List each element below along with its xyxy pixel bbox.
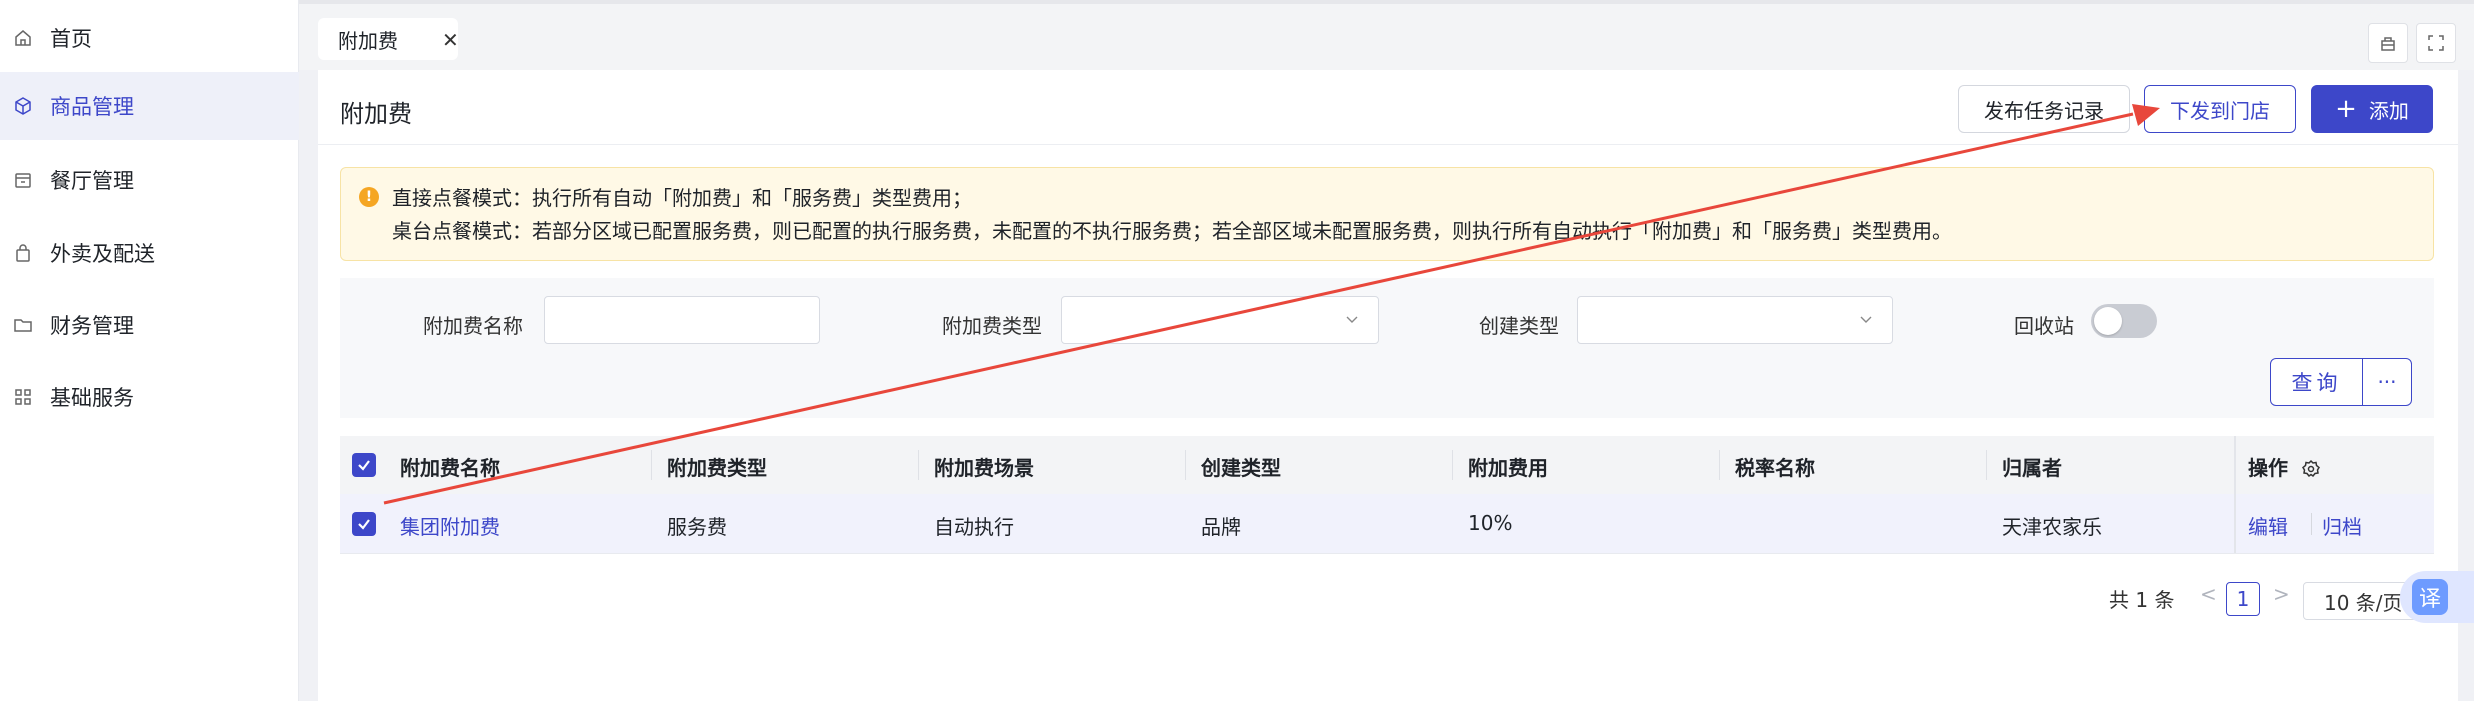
archive-link[interactable]: 归档 (2322, 511, 2362, 540)
column-header-actions: 操作 (2248, 452, 2321, 481)
sidebar-item-home[interactable]: 首页 (0, 4, 299, 72)
column-header-owner: 归属者 (2002, 456, 2062, 480)
toggle-knob (2094, 307, 2122, 335)
pagination-total: 共 1 条 (2109, 588, 2175, 612)
row-owner: 天津农家乐 (2002, 515, 2102, 539)
notice-line-1: 直接点餐模式：执行所有自动「附加费」和「服务费」类型费用； (392, 186, 972, 210)
create-type-select[interactable] (1577, 296, 1893, 344)
sidebar-item-products[interactable]: 商品管理 (0, 72, 299, 140)
column-separator (1452, 450, 1453, 480)
table-row: 集团附加费 服务费 自动执行 品牌 10% 天津农家乐 编辑 归档 (340, 494, 2434, 554)
tab-bar: 附加费 ✕ (299, 0, 2474, 70)
chevron-down-icon (1346, 316, 1358, 323)
notice-line-2: 桌台点餐模式：若部分区域已配置服务费，则已配置的执行服务费，未配置的不执行服务费… (392, 219, 1952, 243)
more-button[interactable]: ··· (2363, 359, 2411, 405)
notice-banner: ! 直接点餐模式：执行所有自动「附加费」和「服务费」类型费用； 桌台点餐模式：若… (340, 167, 2434, 261)
column-header-fee: 附加费用 (1468, 456, 1548, 480)
sidebar-item-restaurant[interactable]: 餐厅管理 (0, 146, 299, 214)
publish-record-button[interactable]: 发布任务记录 (1958, 85, 2130, 133)
column-separator (918, 450, 919, 480)
column-separator (1185, 450, 1186, 480)
home-icon (13, 28, 33, 48)
surcharge-name-label: 附加费名称 (423, 314, 523, 338)
operation-column-header: 操作 (2234, 436, 2434, 494)
translate-float-button[interactable]: 译 (2400, 571, 2474, 623)
query-button-group: 查询 ··· (2270, 358, 2412, 406)
tab-label: 附加费 (338, 28, 398, 53)
recycle-bin-label: 回收站 (2014, 314, 2074, 338)
sidebar: 首页 商品管理 餐厅管理 外卖及配送 财务管理 基础服务 (0, 0, 299, 701)
fullscreen-icon[interactable] (2416, 23, 2456, 63)
sidebar-item-delivery[interactable]: 外卖及配送 (0, 219, 299, 287)
column-header-actions-label: 操作 (2248, 456, 2288, 480)
dispatch-to-store-button[interactable]: 下发到门店 (2144, 85, 2296, 133)
query-button[interactable]: 查询 (2271, 359, 2363, 405)
surcharge-type-label: 附加费类型 (942, 314, 1042, 338)
edit-link[interactable]: 编辑 (2248, 511, 2288, 540)
add-button[interactable]: + 添加 (2311, 85, 2433, 133)
sidebar-item-basic-service[interactable]: 基础服务 (0, 363, 299, 431)
row-actions: 编辑 归档 (2234, 494, 2434, 553)
filter-panel: 附加费名称 附加费类型 创建类型 回收站 查询 ··· (340, 278, 2434, 418)
sidebar-item-label: 首页 (50, 27, 92, 51)
row-create-type: 品牌 (1201, 515, 1241, 539)
sidebar-item-label: 餐厅管理 (50, 169, 134, 193)
create-type-label: 创建类型 (1479, 314, 1559, 338)
row-checkbox[interactable] (352, 512, 376, 536)
store-icon (13, 170, 33, 190)
page-title: 附加费 (340, 100, 412, 128)
chevron-down-icon (1860, 316, 1872, 323)
column-header-tax: 税率名称 (1735, 456, 1815, 480)
add-button-label: 添加 (2368, 98, 2409, 123)
surcharge-type-select[interactable] (1061, 296, 1379, 344)
tab-surcharge[interactable]: 附加费 ✕ (318, 18, 459, 60)
column-separator (1986, 450, 1987, 480)
cube-icon (13, 96, 33, 116)
divider (318, 144, 2458, 145)
row-name-link[interactable]: 集团附加费 (400, 511, 500, 540)
column-header-create-type: 创建类型 (1201, 456, 1281, 480)
lock-screen-icon[interactable] (2368, 23, 2408, 63)
sidebar-item-label: 基础服务 (50, 386, 134, 410)
pagination-page-button[interactable]: 1 (2226, 582, 2260, 616)
select-all-checkbox[interactable] (352, 453, 376, 477)
warning-icon: ! (359, 187, 379, 207)
sidebar-item-finance[interactable]: 财务管理 (0, 291, 299, 359)
pagination-next-button[interactable]: > (2273, 582, 2290, 606)
close-icon[interactable]: ✕ (442, 28, 459, 52)
column-separator (1719, 450, 1720, 480)
sidebar-item-label: 外卖及配送 (50, 242, 155, 266)
recycle-bin-toggle[interactable] (2091, 304, 2157, 338)
row-type: 服务费 (667, 515, 727, 539)
gear-icon[interactable] (2301, 459, 2321, 479)
column-header-name: 附加费名称 (400, 456, 500, 480)
surcharge-name-input[interactable] (544, 296, 820, 344)
check-icon (358, 460, 370, 471)
row-scene: 自动执行 (934, 515, 1014, 539)
main-panel: 附加费 发布任务记录 下发到门店 + 添加 ! 直接点餐模式：执行所有自动「附加… (318, 70, 2458, 701)
grid-icon (13, 387, 33, 407)
folder-icon (13, 315, 33, 335)
bag-icon (13, 243, 33, 263)
translate-icon: 译 (2412, 579, 2448, 615)
column-header-type: 附加费类型 (667, 456, 767, 480)
sidebar-item-label: 商品管理 (50, 95, 134, 119)
row-fee: 10% (1468, 511, 1513, 535)
column-header-scene: 附加费场景 (934, 456, 1034, 480)
plus-icon: + (2335, 94, 2357, 124)
check-icon (358, 519, 370, 530)
sidebar-item-label: 财务管理 (50, 314, 134, 338)
pagination-prev-button[interactable]: < (2200, 582, 2217, 606)
column-separator (651, 450, 652, 480)
table-header: 附加费名称 附加费类型 附加费场景 创建类型 附加费用 税率名称 归属者 操作 (340, 436, 2434, 494)
action-separator (2311, 513, 2312, 535)
